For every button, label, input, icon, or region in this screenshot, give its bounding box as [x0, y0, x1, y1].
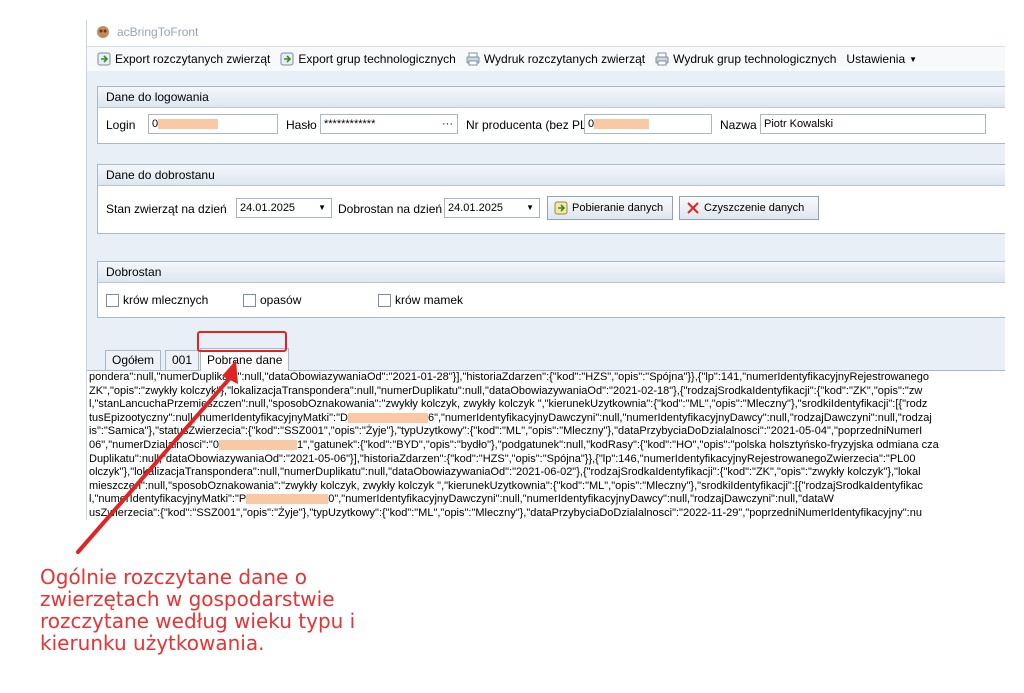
- annotation-line: kierunku użytkowania.: [40, 631, 265, 655]
- annotation-line: Ogólnie rozczytane dane o: [40, 565, 307, 589]
- annotation-text: Ogólnie rozczytane dane o zwierzętach w …: [40, 566, 460, 654]
- annotation-line: zwierzętach w gospodarstwie: [40, 587, 335, 611]
- annotation-line: rozczytane według wieku typu i: [40, 609, 356, 633]
